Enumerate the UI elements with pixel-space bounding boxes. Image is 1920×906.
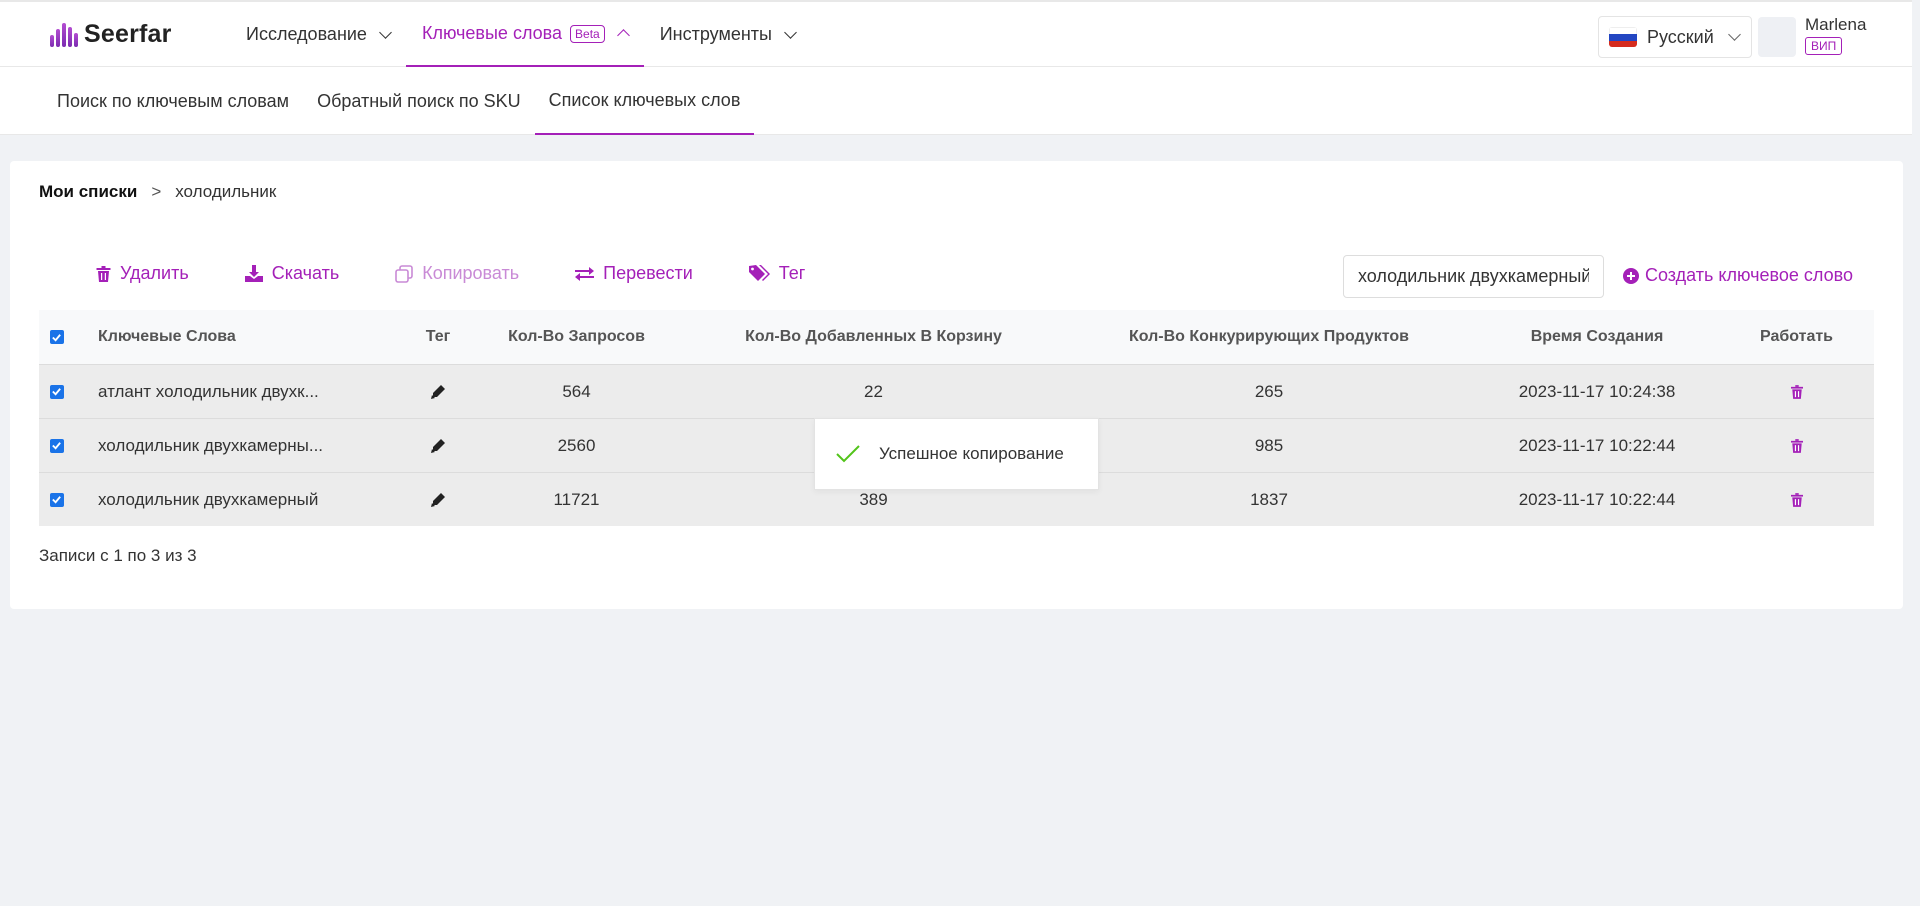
competitors-cell: 265 — [1254, 381, 1284, 401]
cart-cell: 22 — [864, 381, 883, 401]
create-keyword-button[interactable]: Создать ключевое слово — [1623, 265, 1853, 286]
checkmark-icon — [836, 445, 860, 463]
nav-item-research[interactable]: Исследование — [230, 2, 406, 67]
sub-navigation: Поиск по ключевым словам Обратный поиск … — [0, 67, 1912, 135]
keyword-cell: холодильник двухкамерный — [98, 489, 319, 509]
copy-button[interactable]: Копировать — [395, 263, 519, 284]
select-all-checkbox[interactable] — [49, 330, 64, 344]
tab-keyword-search[interactable]: Поиск по ключевым словам — [43, 67, 303, 135]
row-checkbox[interactable] — [49, 492, 64, 507]
tab-keyword-list[interactable]: Список ключевых слов — [534, 67, 755, 135]
language-select[interactable]: Русский — [1598, 16, 1752, 58]
requests-cell: 11721 — [553, 489, 600, 509]
nav-item-label: Ключевые слова — [421, 23, 563, 43]
avatar[interactable] — [1758, 17, 1796, 57]
competitors-cell: 1837 — [1250, 489, 1288, 509]
breadcrumb-root-link[interactable]: Мои списки — [39, 182, 137, 202]
nav-item-tools[interactable]: Инструменты — [644, 2, 811, 67]
chevron-down-icon — [784, 25, 797, 39]
toolbar: Удалить Скачать Копировать Перевести Тег — [96, 263, 861, 284]
download-label: Скачать — [271, 263, 340, 283]
tag-label: Тег — [778, 263, 806, 283]
plus-circle-icon — [1623, 267, 1639, 284]
trash-icon[interactable] — [1790, 492, 1803, 507]
column-header-action: Работать — [1759, 328, 1834, 345]
requests-cell: 564 — [562, 381, 591, 401]
trash-icon[interactable] — [1790, 438, 1803, 453]
nav-item-keywords[interactable]: Ключевые слова Beta — [405, 2, 644, 67]
tags-icon — [748, 265, 770, 281]
chevron-up-icon — [616, 29, 630, 42]
copy-label: Копировать — [422, 263, 520, 283]
chevron-down-icon — [379, 25, 392, 39]
competitors-cell: 985 — [1254, 435, 1284, 455]
chevron-down-icon — [1727, 28, 1741, 41]
row-checkbox[interactable] — [49, 438, 64, 453]
russia-flag-icon — [1609, 27, 1637, 47]
breadcrumb-current: холодильник — [175, 182, 277, 201]
vip-badge: ВИП — [1805, 37, 1843, 55]
table-header: Ключевые Слова Тег Кол-Во Запросов Кол-В… — [39, 310, 1874, 364]
toast-message: Успешное копирование — [879, 444, 1064, 463]
keyword-list-card: Мои списки > холодильник Удалить Скачать… — [10, 161, 1903, 609]
requests-cell: 2560 — [557, 435, 596, 455]
delete-button[interactable]: Удалить — [96, 263, 189, 284]
column-header-keywords[interactable]: Ключевые Слова — [98, 328, 407, 346]
pencil-icon[interactable] — [431, 438, 445, 453]
check-icon — [52, 333, 61, 342]
column-header-tag[interactable]: Тег — [407, 328, 469, 346]
row-checkbox[interactable] — [49, 384, 64, 399]
logo-mark-icon — [50, 22, 78, 47]
top-navigation-bar: Seerfar Исследование Ключевые слова Beta… — [0, 0, 1912, 67]
created-cell: 2023-11-17 10:22:44 — [1518, 489, 1676, 509]
copy-icon — [395, 264, 414, 283]
download-button[interactable]: Скачать — [244, 263, 340, 284]
column-header-competitors[interactable]: Кол-Во Конкурирующих Продуктов — [1063, 328, 1475, 346]
pencil-icon[interactable] — [431, 384, 445, 399]
check-icon — [52, 388, 61, 396]
breadcrumb-separator: > — [151, 182, 162, 201]
keyword-search-input[interactable] — [1343, 255, 1604, 298]
user-name: Marlena — [1805, 15, 1867, 34]
created-cell: 2023-11-17 10:22:44 — [1518, 435, 1676, 455]
check-icon — [52, 496, 61, 504]
check-icon — [52, 442, 61, 450]
main-nav: Исследование Ключевые слова Beta Инструм… — [230, 2, 811, 67]
delete-label: Удалить — [120, 263, 189, 283]
table-row: атлант холодильник двухк... 564 22 265 2… — [39, 364, 1874, 418]
trash-icon — [96, 265, 111, 282]
logo-text: Seerfar — [84, 20, 172, 48]
cart-cell: 389 — [859, 489, 888, 509]
user-menu[interactable]: Marlena ВИП — [1805, 15, 1866, 55]
download-icon — [244, 265, 263, 282]
translate-label: Перевести — [603, 263, 693, 283]
create-keyword-label: Создать ключевое слово — [1645, 265, 1853, 285]
pencil-icon[interactable] — [431, 492, 445, 507]
nav-item-label: Инструменты — [659, 24, 772, 44]
tag-button[interactable]: Тег — [748, 263, 806, 284]
language-label: Русский — [1647, 26, 1714, 47]
column-header-requests[interactable]: Кол-Во Запросов — [469, 328, 684, 346]
keyword-cell: холодильник двухкамерны... — [98, 435, 324, 455]
records-count: Записи с 1 по 3 из 3 — [39, 546, 197, 565]
scrollbar[interactable] — [1912, 0, 1920, 906]
column-header-cart[interactable]: Кол-Во Добавленных В Корзину — [684, 328, 1063, 346]
trash-icon[interactable] — [1790, 384, 1803, 399]
success-toast: Успешное копирование — [814, 418, 1099, 490]
keyword-cell: атлант холодильник двухк... — [98, 381, 319, 401]
nav-item-label: Исследование — [246, 24, 367, 44]
created-cell: 2023-11-17 10:24:38 — [1518, 381, 1676, 401]
translate-button[interactable]: Перевести — [575, 263, 693, 284]
beta-badge: Beta — [570, 24, 605, 43]
seerfar-logo[interactable]: Seerfar — [50, 20, 172, 49]
column-header-created[interactable]: Время Создания — [1475, 328, 1719, 346]
swap-arrows-icon — [575, 266, 595, 281]
breadcrumb: Мои списки > холодильник — [39, 182, 276, 202]
tab-reverse-sku-search[interactable]: Обратный поиск по SKU — [303, 67, 535, 135]
